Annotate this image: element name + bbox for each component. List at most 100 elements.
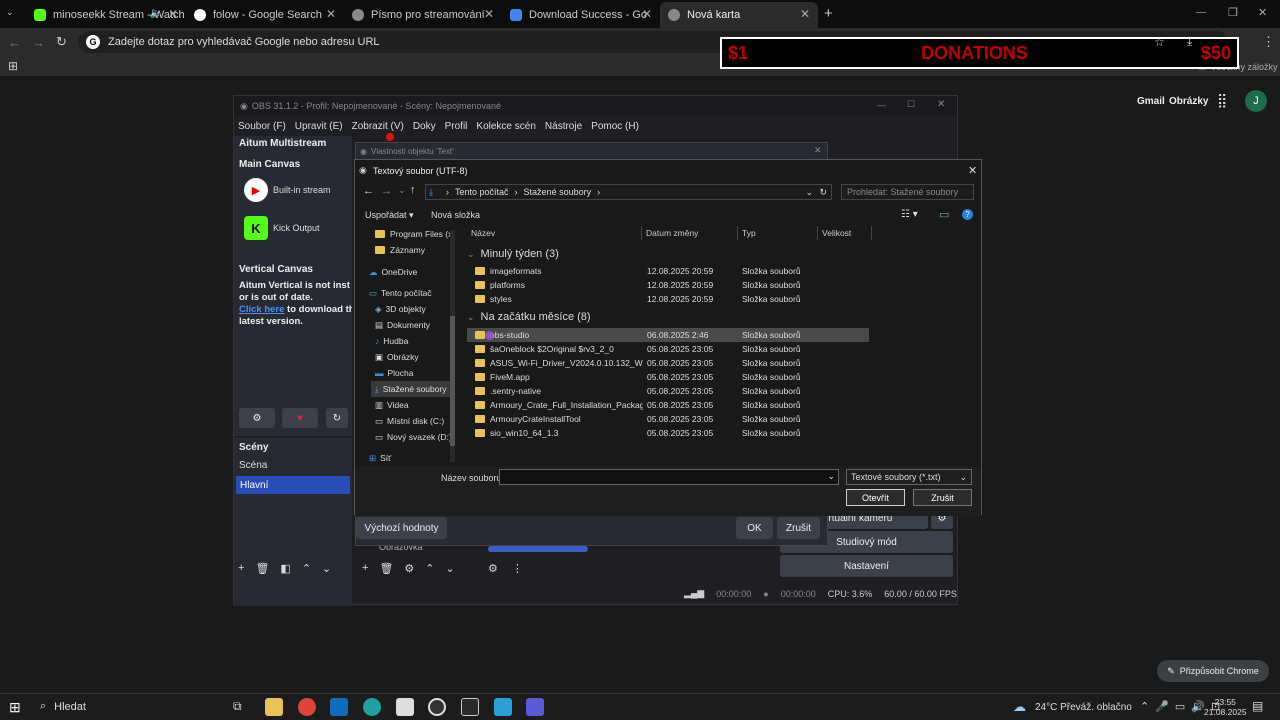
scene-item-selected[interactable]: Hlavní	[236, 476, 350, 494]
windows-start-icon[interactable]: ⊞	[9, 699, 21, 716]
obs-taskbar-icon[interactable]	[428, 698, 446, 716]
open-button[interactable]: Otevřít	[846, 489, 905, 506]
file-row[interactable]: šaOneblock $2Original $rv3_2_0 05.08.2025…	[467, 342, 869, 356]
settings-button[interactable]: Nastavení	[780, 555, 953, 577]
gmail-link[interactable]: Gmail	[1137, 96, 1165, 107]
forward-icon[interactable]: →	[32, 35, 45, 50]
breadcrumb-downloads[interactable]: Stažené soubory	[524, 187, 592, 197]
file-row[interactable]: ASUS_Wi-Fi_Driver_V2024.0.10.132_WIN1...…	[467, 356, 869, 370]
chrome-icon[interactable]	[298, 698, 316, 716]
edge-icon[interactable]	[363, 698, 381, 716]
close-icon[interactable]: ✕	[484, 7, 494, 21]
menu-help[interactable]: Pomoc (H)	[591, 121, 639, 132]
up-icon[interactable]: ↑	[410, 184, 416, 196]
app-icon[interactable]	[396, 698, 414, 716]
file-row[interactable]: sio_win10_64_1.3 05.08.2025 23:05 Složka s…	[467, 426, 869, 440]
tree-this-pc[interactable]: ▭ Tento počítač	[369, 285, 432, 301]
click-here-link[interactable]: Click here	[239, 304, 284, 315]
tree-music[interactable]: ♪ Hudba	[375, 333, 408, 349]
mixer-menu-icon[interactable]: ⋮	[512, 562, 523, 575]
menu-dots-icon[interactable]: ⋮	[1262, 34, 1275, 50]
file-row-hovered[interactable]: obs-studio 06.08.2025 2:46 Složka souborů	[467, 328, 869, 342]
scene-item[interactable]: Scéna	[239, 460, 267, 471]
menu-file[interactable]: Soubor (F)	[238, 121, 286, 132]
maximize-icon[interactable]: ❐	[1228, 6, 1238, 19]
kick-output-item[interactable]: K Kick Output	[244, 216, 320, 240]
obs-close-icon[interactable]: ✕	[937, 99, 945, 110]
tree-downloads-selected[interactable]: ⤓ Stažené soubory	[371, 381, 455, 397]
group-header[interactable]: ⌄ Na začátku měsíce (8)	[467, 311, 591, 323]
clock[interactable]: 23:55 21.08.2025	[1204, 697, 1247, 717]
new-folder-button[interactable]: Nová složka	[431, 210, 480, 220]
refresh-icon[interactable]: ↻	[819, 187, 827, 198]
tab-list-dropdown[interactable]: ⌄	[6, 7, 14, 18]
trash-icon[interactable]: 🗑	[379, 562, 393, 575]
file-row[interactable]: Armoury_Crate_Full_Installation_Package 0…	[467, 398, 869, 412]
refresh-button[interactable]: ↻	[326, 408, 348, 428]
file-row[interactable]: .sentry-native 05.08.2025 23:05 Složka sou…	[467, 384, 869, 398]
tree-network[interactable]: ⊞ Síť	[369, 450, 391, 466]
notifications-icon[interactable]: ▤	[1252, 699, 1263, 713]
reload-icon[interactable]: ↻	[56, 34, 67, 50]
tree-documents[interactable]: ▤ Dokumenty	[375, 317, 430, 333]
menu-profile[interactable]: Profil	[445, 121, 468, 132]
file-row[interactable]: ArmouryCrateInstallTool 05.08.2025 23:05 S…	[467, 412, 869, 426]
tab-2[interactable]: Písmo pro streamování ✕	[344, 2, 502, 28]
back-icon[interactable]: ←	[363, 185, 374, 197]
path-breadcrumb[interactable]: ⤓ › Tento počítač › Stažené soubory › ⌄ …	[425, 184, 832, 200]
tree-pictures[interactable]: ▣ Obrázky	[375, 349, 419, 365]
mixer-settings-icon[interactable]: ⚙	[488, 562, 498, 575]
cancel-button[interactable]: Zrušit	[777, 517, 820, 539]
close-icon[interactable]: ✕	[168, 7, 178, 21]
file-row[interactable]: imageformats 12.08.2025 20:59 Složka soubo…	[467, 264, 869, 278]
properties-close-icon[interactable]: ✕	[814, 145, 822, 156]
tree-zaznamy[interactable]: Záznamy	[375, 242, 425, 258]
chevron-down-icon[interactable]: ⌄	[827, 471, 835, 482]
images-link[interactable]: Obrázky	[1169, 96, 1208, 107]
outlook-icon[interactable]	[330, 698, 348, 716]
minimize-icon[interactable]: —	[1196, 7, 1206, 18]
file-row[interactable]: styles 12.08.2025 20:59 Složka souborů	[467, 292, 869, 306]
close-icon[interactable]: ✕	[800, 7, 810, 21]
menu-scene-collection[interactable]: Kolekce scén	[476, 121, 535, 132]
up-icon[interactable]: ⌃	[302, 562, 311, 575]
download-icon[interactable]: ⤓	[1187, 34, 1192, 49]
menu-edit[interactable]: Upravit (E)	[295, 121, 343, 132]
ok-button[interactable]: OK	[736, 517, 773, 539]
add-icon[interactable]: +	[362, 562, 368, 575]
preview-pane-icon[interactable]: ▭	[939, 208, 949, 221]
tree-program-files[interactable]: Program Files (x	[375, 226, 452, 242]
tab-4[interactable]: Nová karta ✕	[660, 2, 818, 28]
search-input[interactable]: Prohledat: Stažené soubory	[841, 184, 974, 200]
tree-scrollbar[interactable]	[450, 230, 455, 462]
view-options-icon[interactable]: ☷ ▾	[901, 209, 918, 220]
menu-view[interactable]: Zobrazit (V)	[352, 121, 404, 132]
defaults-button[interactable]: Výchozí hodnoty	[356, 517, 447, 539]
new-tab-button[interactable]: +	[824, 5, 833, 22]
filename-input[interactable]: ⌄	[499, 469, 839, 485]
filter-icon[interactable]: ◧	[280, 562, 290, 575]
tree-onedrive[interactable]: ☁ OneDrive	[369, 264, 417, 280]
app2-icon[interactable]	[526, 698, 544, 716]
filetype-select[interactable]: Textové soubory (*.txt) ⌄	[846, 469, 972, 485]
menu-tools[interactable]: Nástroje	[545, 121, 582, 132]
fivem-icon[interactable]	[494, 698, 512, 716]
file-row[interactable]: platforms 12.08.2025 20:59 Složka souborů	[467, 278, 869, 292]
close-icon[interactable]: ✕	[642, 7, 652, 21]
tree-videos[interactable]: ▥ Videa	[375, 397, 409, 413]
file-row[interactable]: FiveM.app 05.08.2025 23:05 Složka souborů	[467, 370, 869, 384]
tree-desktop[interactable]: ▬ Plocha	[375, 365, 414, 381]
scrollbar-thumb[interactable]	[450, 316, 455, 446]
down-icon[interactable]: ⌄	[446, 562, 455, 575]
tab-1[interactable]: folow - Google Search ✕	[186, 2, 344, 28]
close-window-icon[interactable]: ✕	[1258, 6, 1267, 19]
column-name[interactable]: Název	[467, 226, 642, 240]
menu-docks[interactable]: Doky	[413, 121, 436, 132]
gear-icon[interactable]: ⚙	[404, 562, 414, 575]
google-apps-icon[interactable]: ⣿	[1217, 92, 1227, 109]
heart-button[interactable]: ♥	[282, 408, 318, 428]
weather-text[interactable]: 24°C Převáž. oblačno	[1035, 702, 1132, 713]
builtin-stream-item[interactable]: ▶ Built-in stream	[244, 178, 331, 202]
account-avatar[interactable]: J	[1245, 90, 1267, 112]
back-icon[interactable]: ←	[8, 35, 21, 50]
